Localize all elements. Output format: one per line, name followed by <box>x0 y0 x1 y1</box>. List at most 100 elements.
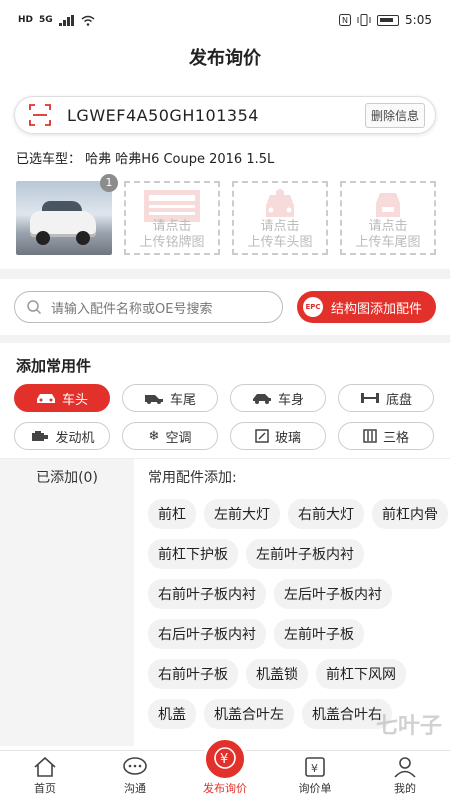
added-label: 已添加(0) <box>36 470 98 486</box>
category-label: 车头 <box>61 392 88 408</box>
parts-panel: 已添加(0) 常用配件添加: 前杠 左前大灯 右前大灯 前杠内骨前杠下护板 左前叶子板内… <box>0 458 450 746</box>
category-front[interactable]: 车头 <box>14 384 110 412</box>
upload-nameplate-line2: 上传铭牌图 <box>139 235 205 250</box>
tab-chat[interactable]: 沟通 <box>90 751 180 800</box>
common-parts-list: 常用配件添加: 前杠 左前大灯 右前大灯 前杠内骨前杠下护板 左前叶子板内衬右前叶子板内… <box>134 459 450 746</box>
grid-icon <box>363 429 377 443</box>
battery-icon <box>377 14 400 26</box>
part-chip[interactable]: 左前叶子板内衬 <box>246 539 364 569</box>
epc-add-button[interactable]: EPC 结构图添加配件 <box>296 291 436 323</box>
divider <box>0 335 450 343</box>
category-label: 玻璃 <box>274 430 301 446</box>
car-photo[interactable]: 1 <box>16 174 118 255</box>
bottom-tab-bar: 首页 沟通 ¥ 发布询价 ¥ 询价单 我的 <box>0 737 450 800</box>
nameplate-icon <box>144 190 200 222</box>
model-label: 已选车型： <box>16 152 82 167</box>
common-parts-subtitle: 常用配件添加: <box>148 470 237 486</box>
part-search-input[interactable]: 请输入配件名称或OE号搜索 <box>14 291 283 323</box>
category-body[interactable]: 车身 <box>230 384 326 412</box>
scan-icon[interactable] <box>29 104 51 126</box>
tab-label: 我的 <box>394 782 416 795</box>
search-placeholder: 请输入配件名称或OE号搜索 <box>51 301 213 317</box>
part-chip[interactable]: 前杠内骨 <box>372 499 448 529</box>
part-chip[interactable]: 前杠 <box>148 499 196 529</box>
category-grid: 车头 车尾 车身 底盘 发动机 ❄ 空调 玻璃 三格 <box>0 384 450 450</box>
delete-info-button[interactable]: 删除信息 <box>364 102 425 128</box>
model-value: 哈弗 哈弗H6 Coupe 2016 1.5L <box>85 152 275 167</box>
category-label: 发动机 <box>55 430 95 446</box>
part-chip[interactable]: 右后叶子板内衬 <box>148 619 266 649</box>
tab-mine[interactable]: 我的 <box>360 751 450 800</box>
common-parts-title: 添加常用件 <box>16 357 92 375</box>
car-front-photo-icon <box>266 189 294 217</box>
tab-label: 发布询价 <box>203 782 247 795</box>
signal-label: 5G <box>39 15 53 25</box>
upload-nameplate-button[interactable]: 请点击 上传铭牌图 <box>124 181 220 255</box>
part-chip[interactable]: 左后叶子板内衬 <box>274 579 392 609</box>
car-rear-photo-icon <box>376 193 400 217</box>
upload-rear-line2: 上传车尾图 <box>355 235 421 250</box>
upload-front-line1: 请点击 <box>260 219 300 234</box>
engine-icon <box>32 431 49 441</box>
nfc-icon: N <box>339 14 352 26</box>
tab-label: 沟通 <box>124 782 146 795</box>
tab-inquiry-list[interactable]: ¥ 询价单 <box>270 751 360 800</box>
home-icon <box>34 756 56 777</box>
svg-text:N: N <box>342 16 348 25</box>
upload-rear-line1: 请点击 <box>368 219 408 234</box>
part-chip[interactable]: 机盖 <box>148 699 196 729</box>
vin-value[interactable]: LGWEF4A50GH101354 <box>67 106 365 125</box>
vin-bar: LGWEF4A50GH101354 删除信息 <box>14 96 436 134</box>
part-chip[interactable]: 机盖合叶左 <box>204 699 294 729</box>
svg-text:¥: ¥ <box>311 762 318 775</box>
category-chassis[interactable]: 底盘 <box>338 384 434 412</box>
part-chip[interactable]: 前杠下护板 <box>148 539 238 569</box>
tab-publish-inquiry[interactable]: ¥ 发布询价 <box>180 737 270 800</box>
part-chip[interactable]: 前杠下风网 <box>316 659 406 689</box>
category-label: 空调 <box>165 430 192 446</box>
upload-front-button[interactable]: 请点击 上传车头图 <box>232 181 328 255</box>
category-label: 三格 <box>382 430 409 446</box>
category-rear[interactable]: 车尾 <box>122 384 218 412</box>
car-front-icon <box>36 394 55 403</box>
category-grille[interactable]: 三格 <box>338 422 434 450</box>
vibrate-icon <box>357 14 371 26</box>
category-label: 底盘 <box>385 392 412 408</box>
clock: 5:05 <box>405 13 432 27</box>
category-ac[interactable]: ❄ 空调 <box>122 422 218 450</box>
photo-row: 1 请点击 上传铭牌图 请点击 上传车头图 请点击 上传车尾图 <box>16 174 450 255</box>
epc-icon: EPC <box>302 297 323 317</box>
search-row: 请输入配件名称或OE号搜索 EPC 结构图添加配件 <box>0 279 450 335</box>
upload-nameplate-line1: 请点击 <box>152 219 192 234</box>
category-engine[interactable]: 发动机 <box>14 422 110 450</box>
chassis-icon <box>360 393 379 403</box>
watermark-logo: 七叶子 <box>375 714 442 739</box>
signal-icon <box>58 14 74 26</box>
category-label: 车身 <box>277 392 304 408</box>
page-title: 发布询价 <box>189 48 261 69</box>
added-tab[interactable]: 已添加(0) <box>0 459 134 746</box>
tab-home[interactable]: 首页 <box>0 751 90 800</box>
svg-text:¥: ¥ <box>220 752 228 767</box>
epc-label: 结构图添加配件 <box>330 301 422 317</box>
glass-icon <box>255 429 269 443</box>
part-chip[interactable]: 右前叶子板 <box>148 659 238 689</box>
selected-model: 已选车型： 哈弗 哈弗H6 Coupe 2016 1.5L <box>16 148 434 167</box>
part-chip[interactable]: 左前大灯 <box>204 499 280 529</box>
car-body-icon <box>252 394 271 404</box>
part-chip[interactable]: 机盖锁 <box>246 659 308 689</box>
divider <box>0 269 450 279</box>
part-chip[interactable]: 右前大灯 <box>288 499 364 529</box>
snowflake-icon: ❄ <box>148 428 160 444</box>
category-label: 车尾 <box>169 392 196 408</box>
part-chips: 前杠 左前大灯 右前大灯 前杠内骨前杠下护板 左前叶子板内衬右前叶子板内衬 左后叶子板内衬… <box>148 499 450 729</box>
part-chip[interactable]: 右前叶子板内衬 <box>148 579 266 609</box>
chat-icon <box>123 757 147 775</box>
status-bar: HD 5G N 5:05 <box>0 0 450 40</box>
tab-label: 询价单 <box>298 782 332 795</box>
upload-rear-button[interactable]: 请点击 上传车尾图 <box>340 181 436 255</box>
yen-icon: ¥ <box>214 747 236 769</box>
category-glass[interactable]: 玻璃 <box>230 422 326 450</box>
upload-front-line2: 上传车头图 <box>247 235 313 250</box>
part-chip[interactable]: 左前叶子板 <box>274 619 364 649</box>
